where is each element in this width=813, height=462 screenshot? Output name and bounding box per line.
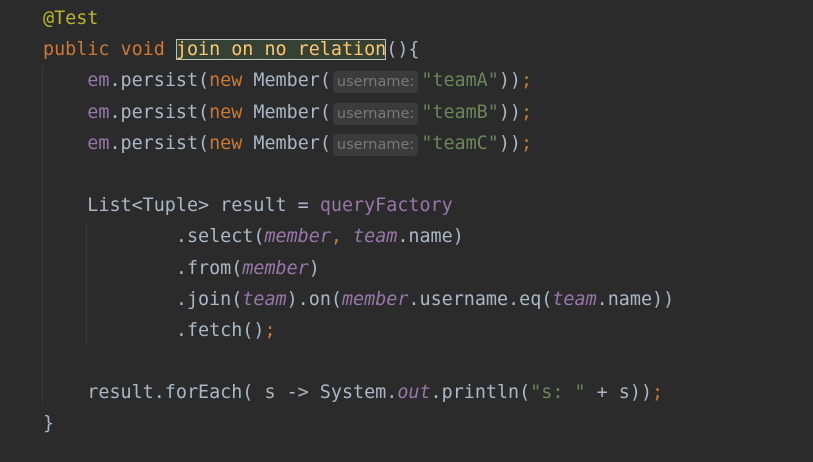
code-token: member (242, 257, 309, 279)
code-token: ) (308, 257, 320, 279)
method-name-highlight: join_on_no_relation (175, 39, 387, 61)
code-token: .name) (397, 226, 464, 248)
code-token: member (341, 288, 409, 310)
code-line[interactable]: .fetch(); (43, 315, 674, 346)
code-line[interactable]: List<Tuple> result = queryFactory (43, 190, 674, 221)
code-token: Member( (253, 70, 331, 92)
code-token: team (552, 288, 597, 310)
code-line[interactable]: result.forEach( s -> System.out.println(… (43, 377, 674, 408)
code-line[interactable]: em.persist(new Member(username: "teamA"))… (43, 65, 674, 96)
code-token: .select( (175, 226, 265, 248)
code-token: new (209, 132, 254, 154)
code-token: queryFactory (319, 195, 453, 217)
code-token: )) (498, 132, 521, 154)
code-line[interactable]: @Test (43, 3, 674, 34)
code-line[interactable]: em.persist(new Member(username: "teamC"))… (43, 128, 674, 159)
code-token: )) (498, 101, 521, 123)
code-token: out (397, 382, 431, 404)
code-token: .from( (175, 257, 243, 279)
code-token: public void (43, 39, 176, 61)
code-token: "teamB" (421, 101, 499, 123)
code-token: )) (498, 70, 521, 92)
code-token: ).on( (286, 288, 342, 310)
code-token: } (43, 413, 55, 435)
code-token: ; (520, 101, 533, 123)
code-token: em (87, 101, 110, 123)
code-token: (){ (386, 39, 420, 61)
code-token: "s: " (530, 382, 586, 404)
code-token: .fetch() (175, 319, 265, 341)
code-token: .username.eq( (408, 288, 553, 310)
code-token: , (330, 226, 354, 248)
code-token: ; (520, 70, 533, 92)
code-token: ; (652, 382, 664, 404)
code-line[interactable]: .select(member, team.name) (43, 221, 674, 252)
code-token: new (209, 101, 254, 123)
code-token: .persist( (109, 101, 210, 123)
code-editor[interactable]: @Test public void join_on_no_relation(){ … (43, 3, 674, 440)
code-line[interactable]: em.persist(new Member(username: "teamB"))… (43, 97, 674, 128)
code-token: .join( (175, 288, 243, 310)
code-line[interactable] (43, 159, 674, 190)
code-token: Member( (253, 101, 331, 123)
code-token: ; (264, 319, 276, 341)
code-token: @Test (43, 8, 99, 29)
parameter-hint: username: (332, 133, 419, 156)
code-line[interactable]: .join(team).on(member.username.eq(team.n… (43, 284, 674, 315)
code-token: result.forEach( s -> System. (87, 382, 398, 404)
code-line[interactable]: } (43, 408, 674, 439)
code-line[interactable] (43, 346, 674, 377)
code-token: .name)) (596, 288, 675, 310)
code-token: "teamA" (421, 70, 499, 92)
code-token: team (242, 288, 287, 310)
code-token: em (87, 132, 110, 154)
code-token: ; (520, 132, 533, 154)
code-token: List<Tuple> result = (87, 195, 320, 217)
code-line[interactable]: public void join_on_no_relation(){ (43, 34, 674, 65)
parameter-hint: username: (332, 102, 419, 125)
code-token: new (209, 70, 254, 92)
code-token: + s)) (585, 382, 653, 404)
parameter-hint: username: (332, 71, 419, 94)
code-token: .persist( (109, 70, 210, 92)
code-token: em (87, 70, 110, 92)
code-token: "teamC" (421, 132, 499, 154)
code-token: team (353, 226, 398, 248)
code-line[interactable]: .from(member) (43, 253, 674, 284)
code-token: .persist( (109, 132, 210, 154)
code-token: Member( (253, 132, 331, 154)
code-token: member (264, 226, 331, 248)
code-token: .println( (430, 382, 531, 404)
